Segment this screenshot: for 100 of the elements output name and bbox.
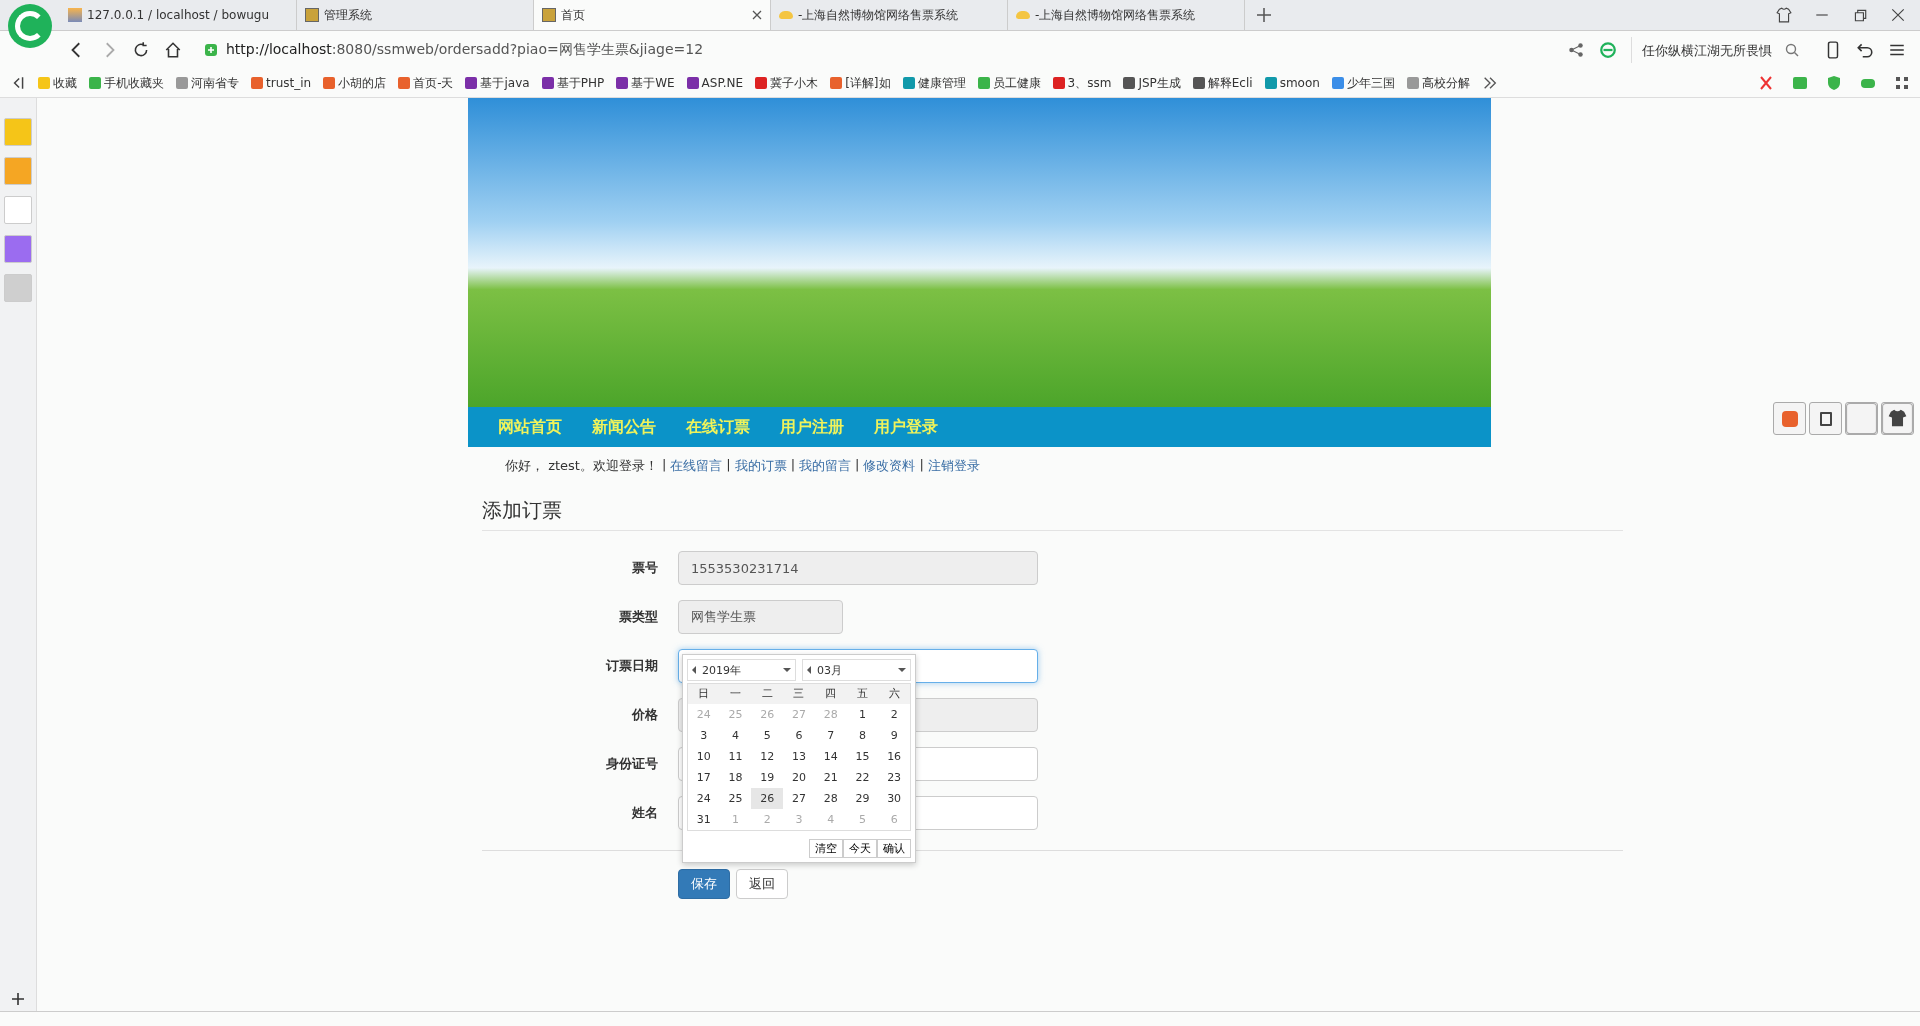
calendar-day[interactable]: 2 bbox=[878, 704, 910, 725]
restore-icon[interactable] bbox=[1852, 7, 1868, 23]
calendar-day[interactable]: 27 bbox=[783, 788, 815, 809]
shirt-icon[interactable] bbox=[1881, 402, 1914, 435]
browser-e-icon[interactable] bbox=[1599, 41, 1617, 59]
calendar-day[interactable]: 16 bbox=[878, 746, 910, 767]
calendar-day[interactable]: 13 bbox=[783, 746, 815, 767]
divider-text: | bbox=[855, 457, 860, 474]
shirt-icon[interactable] bbox=[1776, 7, 1792, 23]
calendar-day[interactable]: 12 bbox=[751, 746, 784, 767]
search-icon[interactable] bbox=[1784, 42, 1800, 58]
calendar-day[interactable]: 11 bbox=[719, 746, 752, 767]
calendar-button[interactable]: 确认 bbox=[877, 839, 911, 858]
shield-icon[interactable] bbox=[1826, 75, 1842, 91]
calendar-day[interactable]: 14 bbox=[814, 746, 847, 767]
calendar-day[interactable]: 8 bbox=[846, 725, 879, 746]
calendar-day[interactable]: 30 bbox=[878, 788, 910, 809]
calendar-day[interactable]: 6 bbox=[783, 725, 815, 746]
calendar-day[interactable]: 18 bbox=[719, 767, 752, 788]
weekday-label: 五 bbox=[846, 684, 879, 704]
bookmark-item[interactable]: 基于PHP bbox=[541, 74, 605, 92]
calendar-day[interactable]: 24 bbox=[688, 788, 720, 809]
undo-icon[interactable] bbox=[1856, 41, 1874, 59]
field-label: 订票日期 bbox=[605, 657, 658, 675]
bookmark-item[interactable]: 3、ssm bbox=[1052, 74, 1112, 92]
weekday-label: 三 bbox=[783, 684, 815, 704]
share-icon[interactable] bbox=[1567, 41, 1585, 59]
year-select[interactable]: 2019年 bbox=[687, 659, 796, 681]
field-label: 票类型 bbox=[618, 608, 658, 626]
browser-tab[interactable]: 127.0.0.1 / localhost / bowugu bbox=[60, 0, 297, 30]
cloud-icon bbox=[779, 11, 793, 19]
calendar-day[interactable]: 1 bbox=[846, 704, 879, 725]
user-link[interactable]: 注销登录 bbox=[927, 457, 980, 475]
bookmark-item[interactable]: 员工健康 bbox=[977, 74, 1041, 92]
user-link[interactable]: 在线留言 bbox=[670, 457, 723, 475]
bookmark-item[interactable]: ASP.NE bbox=[686, 76, 744, 90]
calendar-day[interactable]: 15 bbox=[846, 746, 879, 767]
close-icon[interactable] bbox=[752, 10, 762, 20]
calendar-day[interactable]: 29 bbox=[846, 788, 879, 809]
calendar-day[interactable]: 26 bbox=[751, 788, 784, 809]
divider-text: | bbox=[661, 457, 667, 474]
browser-tab[interactable]: -上海自然博物馆网络售票系统 bbox=[1008, 0, 1245, 30]
weekday-label: 二 bbox=[751, 684, 784, 704]
new-tab-icon[interactable] bbox=[1257, 8, 1271, 22]
add-icon[interactable] bbox=[12, 993, 24, 1005]
bookmark-item[interactable]: [详解]如 bbox=[830, 74, 891, 92]
refresh-icon[interactable] bbox=[132, 41, 150, 59]
month-select[interactable]: 03月 bbox=[802, 659, 911, 681]
page-icon bbox=[542, 8, 556, 22]
calendar-day[interactable]: 31 bbox=[688, 809, 720, 830]
calendar-day[interactable]: 25 bbox=[719, 788, 752, 809]
browser-tab[interactable]: -上海自然博物馆网络售票系统 bbox=[771, 0, 1008, 30]
bookmark-item[interactable]: 健康管理 bbox=[902, 74, 966, 92]
bookmark-item[interactable]: 少年三国 bbox=[1331, 74, 1395, 92]
weekday-label: 六 bbox=[878, 684, 910, 704]
calendar-day[interactable]: 5 bbox=[751, 725, 784, 746]
calendar-day[interactable]: 7 bbox=[814, 725, 847, 746]
user-link[interactable]: 我的订票 bbox=[734, 457, 787, 475]
bookmark-item[interactable]: trust_in bbox=[251, 76, 312, 90]
user-link[interactable]: 修改资料 bbox=[863, 457, 916, 475]
close-icon[interactable] bbox=[1890, 7, 1906, 23]
home-icon[interactable] bbox=[164, 41, 182, 59]
calendar-day[interactable]: 23 bbox=[878, 767, 910, 788]
bookmark-item[interactable]: 基于java bbox=[465, 74, 530, 92]
calendar-day[interactable]: 19 bbox=[751, 767, 784, 788]
calendar-day[interactable]: 17 bbox=[688, 767, 720, 788]
calendar-day[interactable]: 9 bbox=[878, 725, 910, 746]
calendar-day[interactable]: 22 bbox=[846, 767, 879, 788]
calendar-day[interactable]: 3 bbox=[688, 725, 720, 746]
bookmark-item[interactable]: 手机收藏夹 bbox=[89, 74, 164, 92]
bookmark-item[interactable]: 收藏 bbox=[38, 74, 77, 92]
bookmark-item[interactable]: JSP生成 bbox=[1123, 74, 1181, 92]
browser-tab[interactable]: 首页 bbox=[534, 0, 771, 30]
calendar-day[interactable]: 4 bbox=[719, 725, 752, 746]
calendar-button[interactable]: 今天 bbox=[843, 839, 877, 858]
grid-icon[interactable] bbox=[1894, 75, 1910, 91]
bookmark-item[interactable]: 高校分解 bbox=[1406, 74, 1470, 92]
bookmark-item[interactable]: 首页-天 bbox=[398, 74, 454, 92]
bookmark-item[interactable]: 基于WE bbox=[616, 74, 675, 92]
input-field[interactable]: 1553530231714 bbox=[678, 551, 1038, 585]
bookmark-item[interactable]: 河南省专 bbox=[176, 74, 239, 92]
calendar-button[interactable]: 清空 bbox=[809, 839, 843, 858]
database-icon bbox=[68, 8, 82, 22]
bookmark-item[interactable]: 小胡的店 bbox=[323, 74, 387, 92]
calendar-day[interactable]: 21 bbox=[814, 767, 847, 788]
search-field[interactable]: 任你纵横江湖无所畏惧 bbox=[1631, 37, 1810, 63]
calendar-day[interactable]: 28 bbox=[814, 788, 847, 809]
bookmark-item[interactable]: smoon bbox=[1264, 76, 1320, 90]
field-label: 价格 bbox=[630, 706, 658, 724]
calendar-day[interactable]: 10 bbox=[688, 746, 720, 767]
user-link[interactable]: 我的留言 bbox=[799, 457, 852, 475]
browser-logo-icon[interactable] bbox=[8, 4, 52, 48]
bookmark-item[interactable]: 冀子小木 bbox=[755, 74, 819, 92]
bookmark-item[interactable]: 解释Ecli bbox=[1192, 74, 1253, 92]
input-field[interactable]: 网售学生票 bbox=[678, 600, 843, 634]
scissors-icon[interactable] bbox=[1758, 75, 1774, 91]
calendar-day[interactable]: 20 bbox=[783, 767, 815, 788]
save-button[interactable]: 保存 bbox=[678, 869, 730, 899]
address-field[interactable]: http://localhost:8080/ssmweb/ordersadd?piao=网售学生票&jiage=12 bbox=[196, 36, 1553, 64]
back-button[interactable]: 返回 bbox=[736, 869, 788, 899]
